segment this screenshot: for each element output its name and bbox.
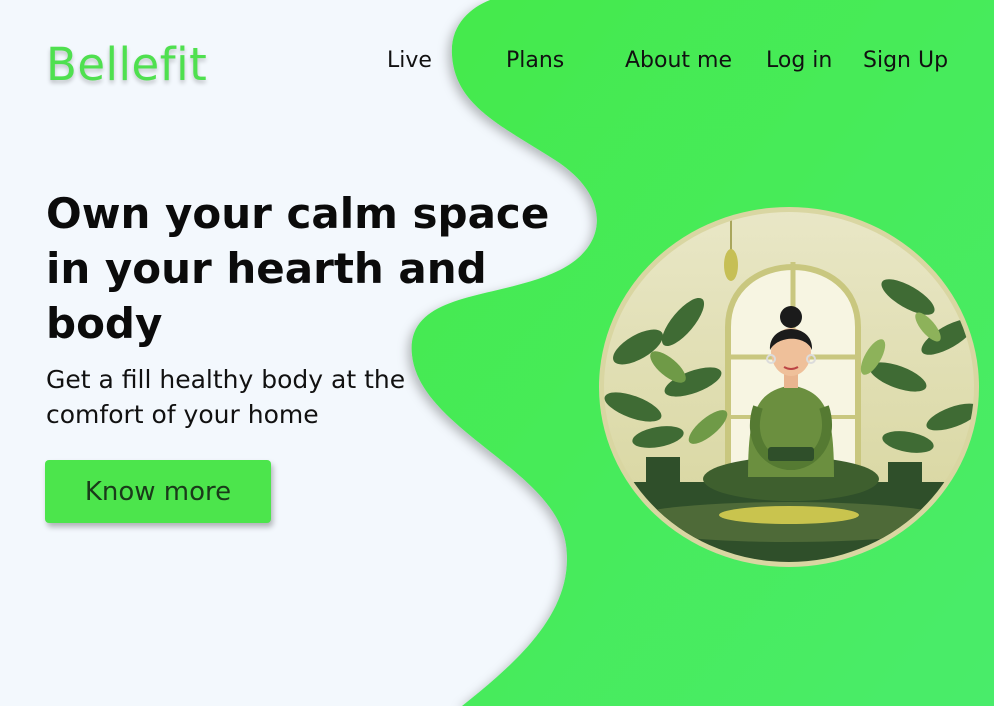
nav-signup-link[interactable]: Sign Up (863, 48, 948, 73)
meditating-woman-illustration (599, 207, 979, 567)
nav-plans-link[interactable]: Plans (506, 48, 564, 73)
hero-title: Own your calm space in your hearth and b… (46, 189, 550, 348)
know-more-button[interactable]: Know more (45, 460, 271, 523)
hero-subtitle: Get a fill healthy body at the comfort o… (46, 365, 406, 429)
nav-live-link[interactable]: Live (387, 48, 432, 73)
brand-logo[interactable]: Bellefit (46, 38, 207, 91)
nav-about-link[interactable]: About me (625, 48, 732, 73)
nav-login-link[interactable]: Log in (766, 48, 832, 73)
